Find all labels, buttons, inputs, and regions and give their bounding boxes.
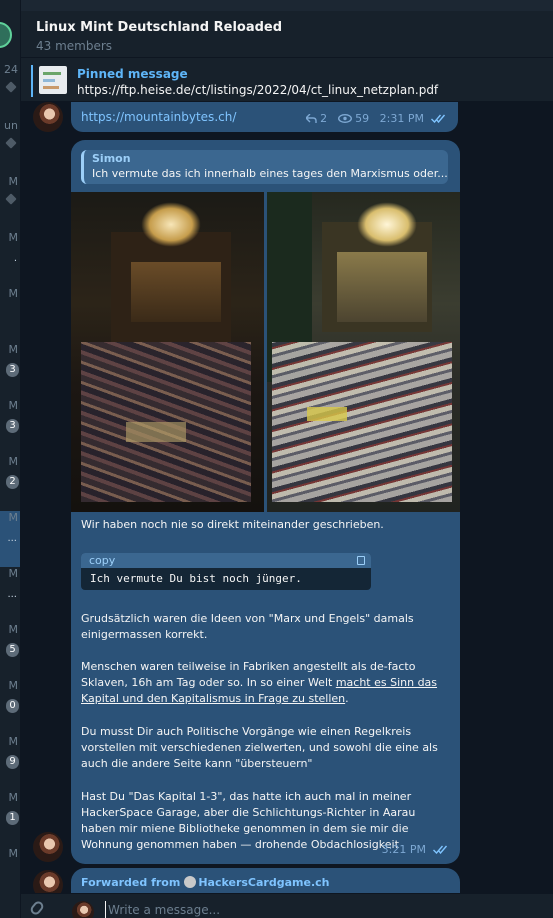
chat-list-item[interactable]: M2 [0,455,20,511]
message-meta: 3:21 PM [382,843,448,857]
chat-list-item[interactable]: M9 [0,735,20,791]
unread-badge: 1 [6,811,19,825]
chat-list-item[interactable]: M... [0,567,20,623]
forwarded-label: Forwarded from [81,876,181,889]
code-language-label: copy [89,554,116,567]
unread-badge: 9 [6,755,19,769]
message-bubble[interactable]: Forwarded from HackersCardgame.ch [71,868,460,893]
send-as-avatar[interactable] [72,901,94,918]
chat-list-time: M [8,287,19,300]
member-count: 43 members [36,39,113,53]
pinned-text: https://ftp.heise.de/ct/listings/2022/04… [77,83,439,97]
code-text: Ich vermute Du bist noch jünger. [90,572,302,585]
chat-list-preview: . [13,253,17,264]
pinned-label: Pinned message [77,67,188,81]
chat-list-preview: ... [7,533,17,544]
telegram-window: 24 un M M. M M 3 M 3 M 2 M... M... M 5 M 0 M 9 M 1 M Linux Mi… [0,0,553,918]
pinned-thumbnail [39,66,67,94]
chat-list-time: un [4,119,18,132]
chat-list-item[interactable]: M3 [0,343,20,399]
message-meta: 2 59 2:31 PM [304,112,446,126]
source-avatar [184,876,197,888]
read-checkmarks-icon [431,113,446,126]
chat-list-time: M [8,791,19,804]
read-checkmarks-icon [433,844,448,857]
chat-list-time: M [8,175,19,188]
message-input[interactable] [105,901,405,918]
pin-icon [5,137,17,149]
pinned-message-bar[interactable]: Pinned message https://ftp.heise.de/ct/l… [21,58,553,102]
message-composer [21,893,553,918]
sender-avatar[interactable] [33,102,63,132]
chat-list-time: M [8,623,19,636]
chat-list-time: M [8,679,19,692]
chat-list-item[interactable]: M0 [0,679,20,735]
copy-icon[interactable] [357,556,365,565]
chat-list-time: M [8,455,19,468]
chat-list-time: M [8,567,19,580]
chat-list-item[interactable]: M [0,287,20,343]
unread-badge: 2 [6,475,19,489]
pinned-accent-bar [31,65,33,97]
unread-badge: 0 [6,699,19,713]
sender-avatar[interactable] [33,870,63,893]
chat-list-item[interactable]: M [0,175,20,231]
message-list[interactable]: https://mountainbytes.ch/ 2 59 2:31 PM S… [21,102,553,893]
chat-list-item[interactable]: M... [0,511,20,567]
top-strip [21,0,553,11]
reply-icon[interactable] [304,113,317,126]
chat-list-item[interactable]: M. [0,231,20,287]
message-bubble[interactable]: https://mountainbytes.ch/ 2 59 2:31 PM [71,102,458,132]
view-count: 59 [355,112,370,125]
unread-badge: 3 [6,419,19,433]
chat-list-item[interactable]: un [0,119,20,175]
photo-attachment[interactable] [267,192,460,512]
attach-icon[interactable] [28,899,46,917]
message-time: 3:21 PM [381,843,426,856]
pin-icon [5,81,17,93]
message-link[interactable]: https://mountainbytes.ch/ [81,110,236,124]
chat-list-time: M [8,231,19,244]
forwarded-header[interactable]: Forwarded from HackersCardgame.ch [81,876,329,889]
code-block[interactable]: copy Ich vermute Du bist noch jünger. [81,553,371,590]
chat-list-time: M [8,735,19,748]
forwarded-source[interactable]: HackersCardgame.ch [198,876,329,889]
sender-avatar[interactable] [33,832,63,862]
reply-count: 2 [320,112,328,125]
chat-list-time: M [8,343,19,356]
chat-avatar[interactable] [0,22,12,48]
chat-list-time: M [8,399,19,412]
chat-list-item[interactable]: M5 [0,623,20,679]
views-icon [337,113,352,126]
chat-title: Linux Mint Deutschland Reloaded [36,20,283,35]
chat-list-time: 24 [4,63,18,76]
chat-list-item[interactable]: M [0,847,20,903]
chat-list-time: M [8,847,19,860]
message-paragraph: Grudsätzlich waren die Ideen von "Marx u… [81,612,414,641]
message-bubble[interactable]: Simon Ich vermute das ich innerhalb eine… [71,140,460,864]
reply-quote[interactable]: Simon Ich vermute das ich innerhalb eine… [81,150,448,184]
chat-list-time: M [8,511,19,524]
chat-list-preview: ... [7,589,17,600]
message-text-line: Wir haben noch nie so direkt miteinander… [81,518,384,531]
chat-list-item[interactable]: M1 [0,791,20,847]
photo-attachment[interactable] [71,192,264,512]
reply-text: Ich vermute das ich innerhalb eines tage… [92,167,448,180]
unread-badge: 5 [6,643,19,657]
chat-list: 24 un M M. M M 3 M 3 M 2 M... M... M 5 M 0 M 9 M 1 M [0,0,21,918]
message-paragraph: Du musst Dir auch Politische Vorgänge wi… [81,725,438,770]
chat-header[interactable]: Linux Mint Deutschland Reloaded 43 membe… [21,11,553,58]
chat-list-item[interactable]: 24 [0,63,20,119]
message-paragraph: Menschen waren teilweise in Fabriken ang… [81,660,438,705]
reply-author: Simon [92,152,131,165]
unread-badge: 3 [6,363,19,377]
message-time: 2:31 PM [379,112,424,125]
chat-list-item[interactable]: M3 [0,399,20,455]
pin-icon [5,193,17,205]
